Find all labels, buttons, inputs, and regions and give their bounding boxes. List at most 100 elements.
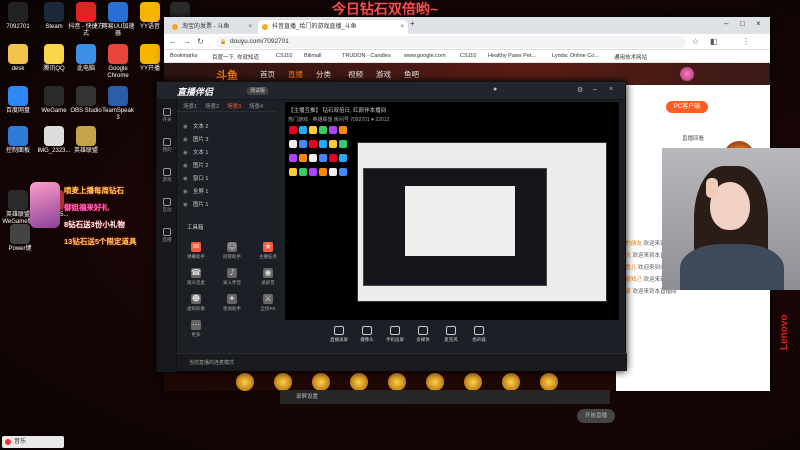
rail-item-1[interactable]: 我的	[157, 138, 177, 153]
tool-button[interactable]: ★ 主播任务	[253, 242, 283, 260]
eye-icon[interactable]: ◉	[183, 137, 188, 143]
desktop-icon[interactable]: 百度网盘	[0, 86, 36, 115]
desktop-icon[interactable]: TeamSpeak 3	[100, 86, 136, 122]
desktop-icon[interactable]: Steam	[36, 2, 72, 31]
bookmark-item[interactable]: TRUDON - Candles	[342, 53, 391, 59]
desktop-icon[interactable]: desk	[0, 44, 36, 73]
tool-button[interactable]: ☺ 房管助手	[217, 242, 247, 260]
site-nav-games[interactable]: 游戏	[376, 69, 391, 80]
rail-item-3[interactable]: 互动	[157, 198, 177, 213]
capture-tool[interactable]: 直播录屏	[325, 326, 353, 343]
app-user-avatar[interactable]: ●	[493, 86, 497, 93]
forward-icon[interactable]: →	[183, 37, 191, 46]
source-item[interactable]: ◉ 文本 2	[183, 122, 208, 130]
app-close-icon[interactable]: ×	[609, 86, 613, 93]
tab-scene[interactable]: 场景4	[249, 102, 263, 110]
gift-icon[interactable]	[426, 373, 444, 391]
gift-icon[interactable]	[236, 373, 254, 391]
desktop-icon[interactable]: 腾讯QQ	[36, 44, 72, 73]
tool-button[interactable]: ☎ 观众连麦	[181, 268, 211, 286]
minimize-icon[interactable]: –	[724, 19, 728, 28]
site-nav-fishbar[interactable]: 鱼吧	[404, 69, 419, 80]
eye-icon[interactable]: ◉	[183, 202, 188, 208]
bookmark-item[interactable]: www.google.com	[404, 53, 446, 59]
desktop-icon[interactable]: 网易UU加速器	[100, 2, 136, 38]
eye-icon[interactable]: ◉	[183, 124, 188, 130]
bookmark-item[interactable]: Bookmarks	[170, 53, 198, 59]
reload-icon[interactable]: ↻	[197, 37, 204, 46]
desktop-icon[interactable]: 控制面板	[0, 126, 36, 155]
source-item[interactable]: ◉ 文本 1	[183, 148, 208, 156]
desktop-icon[interactable]: 7092701	[0, 2, 36, 31]
gift-icon[interactable]	[388, 373, 406, 391]
tab-scene[interactable]: 场景3	[227, 102, 241, 110]
tab-scene[interactable]: 场景1	[183, 102, 197, 110]
source-item[interactable]: ◉ 图片 2	[183, 161, 208, 169]
desktop-icon[interactable]: Google Chrome	[100, 44, 136, 80]
gift-icon[interactable]	[540, 373, 558, 391]
desktop-icon[interactable]: YY开播	[132, 44, 168, 73]
close-icon[interactable]: ×	[248, 20, 252, 34]
capture-tool[interactable]: 麦克风	[437, 326, 465, 343]
tool-button[interactable]: ✉ 弹幕助手	[181, 242, 211, 260]
gift-icon[interactable]	[312, 373, 330, 391]
capture-tool[interactable]: 多媒体	[409, 326, 437, 343]
site-nav-video[interactable]: 视频	[348, 69, 363, 80]
extension-icon[interactable]: ◧	[710, 37, 718, 46]
star-icon[interactable]: ☆	[692, 37, 699, 46]
tab-douyu[interactable]: 抖音直播_给门的游戏直播_斗鱼 ×	[258, 20, 408, 34]
bookmark-item[interactable]: Bilimall	[304, 53, 321, 59]
rail-item-2[interactable]: 游戏	[157, 168, 177, 183]
eye-icon[interactable]: ◉	[183, 163, 188, 169]
source-item[interactable]: ◉ 图片 3	[183, 135, 208, 143]
bookmark-item[interactable]: 通用技术网站	[614, 53, 647, 61]
site-nav-live[interactable]: 直播	[288, 69, 303, 80]
source-item[interactable]: ◉ 图片 1	[183, 200, 208, 208]
eye-icon[interactable]: ◉	[183, 176, 188, 182]
bookmark-item[interactable]: Lynda: Online Co...	[552, 53, 599, 59]
gift-icon[interactable]	[464, 373, 482, 391]
bookmark-item[interactable]: CS110	[276, 53, 292, 59]
bookmark-item[interactable]: 百度一下, 你就知道	[212, 53, 259, 61]
capture-tool[interactable]: 手机投屏	[381, 326, 409, 343]
desktop-icon[interactable]: WeGame	[36, 86, 72, 115]
menu-icon[interactable]: ⋮	[742, 37, 750, 46]
source-item[interactable]: ◉ 全屏 1	[183, 187, 208, 195]
app-settings-icon[interactable]: ⚙	[577, 86, 583, 94]
desktop-icon[interactable]: Power键	[2, 224, 38, 253]
gift-icon[interactable]	[274, 373, 292, 391]
site-nav-home[interactable]: 首页	[260, 69, 275, 80]
desktop-icon[interactable]: 此电脑	[68, 44, 104, 73]
bookmark-item[interactable]: Healthy Paws Pet...	[488, 53, 536, 59]
close-icon[interactable]: ×	[400, 20, 404, 34]
url-field[interactable]: douyu.com/7092701	[216, 36, 686, 48]
site-nav-category[interactable]: 分类	[316, 69, 331, 80]
capture-tool[interactable]: 摄像头	[353, 326, 381, 343]
gift-icon[interactable]	[350, 373, 368, 391]
eye-icon[interactable]: ◉	[183, 189, 188, 195]
mini-taskbar-item[interactable]: 音乐	[2, 436, 64, 448]
tool-button[interactable]: ♪ 录入伴音	[217, 268, 247, 286]
rail-item-4[interactable]: 直播	[157, 228, 177, 243]
maximize-icon[interactable]: □	[740, 19, 745, 28]
source-item[interactable]: ◉ 窗口 1	[183, 174, 208, 182]
new-tab-icon[interactable]: +	[410, 19, 415, 28]
replay-link[interactable]: 直播回看	[682, 134, 704, 142]
gift-icon[interactable]	[502, 373, 520, 391]
tool-button[interactable]: ⋯ 更多	[181, 320, 211, 338]
back-icon[interactable]: ←	[169, 37, 177, 46]
tool-button[interactable]: ☻ 虚拟形象	[181, 294, 211, 312]
tool-button[interactable]: ◉ 录屏音	[253, 268, 283, 286]
eye-icon[interactable]: ◉	[183, 150, 188, 156]
desktop-icon[interactable]: 英雄联盟	[68, 126, 104, 155]
recording-settings-bar[interactable]: 录屏设置	[280, 390, 610, 404]
tab-scene[interactable]: 场景2	[205, 102, 219, 110]
desktop-icon[interactable]: OBS Studio	[68, 86, 104, 115]
app-minimize-icon[interactable]: –	[593, 86, 597, 93]
desktop-icon[interactable]: IMG_2323...	[36, 126, 72, 155]
avatar[interactable]	[680, 67, 694, 81]
desktop-icon[interactable]: 抖音 - 快捷方式	[68, 2, 104, 38]
close-window-icon[interactable]: ×	[756, 19, 761, 28]
bookmark-item[interactable]: CS110	[460, 53, 476, 59]
tool-button[interactable]: ✦ 星闻助手	[217, 294, 247, 312]
